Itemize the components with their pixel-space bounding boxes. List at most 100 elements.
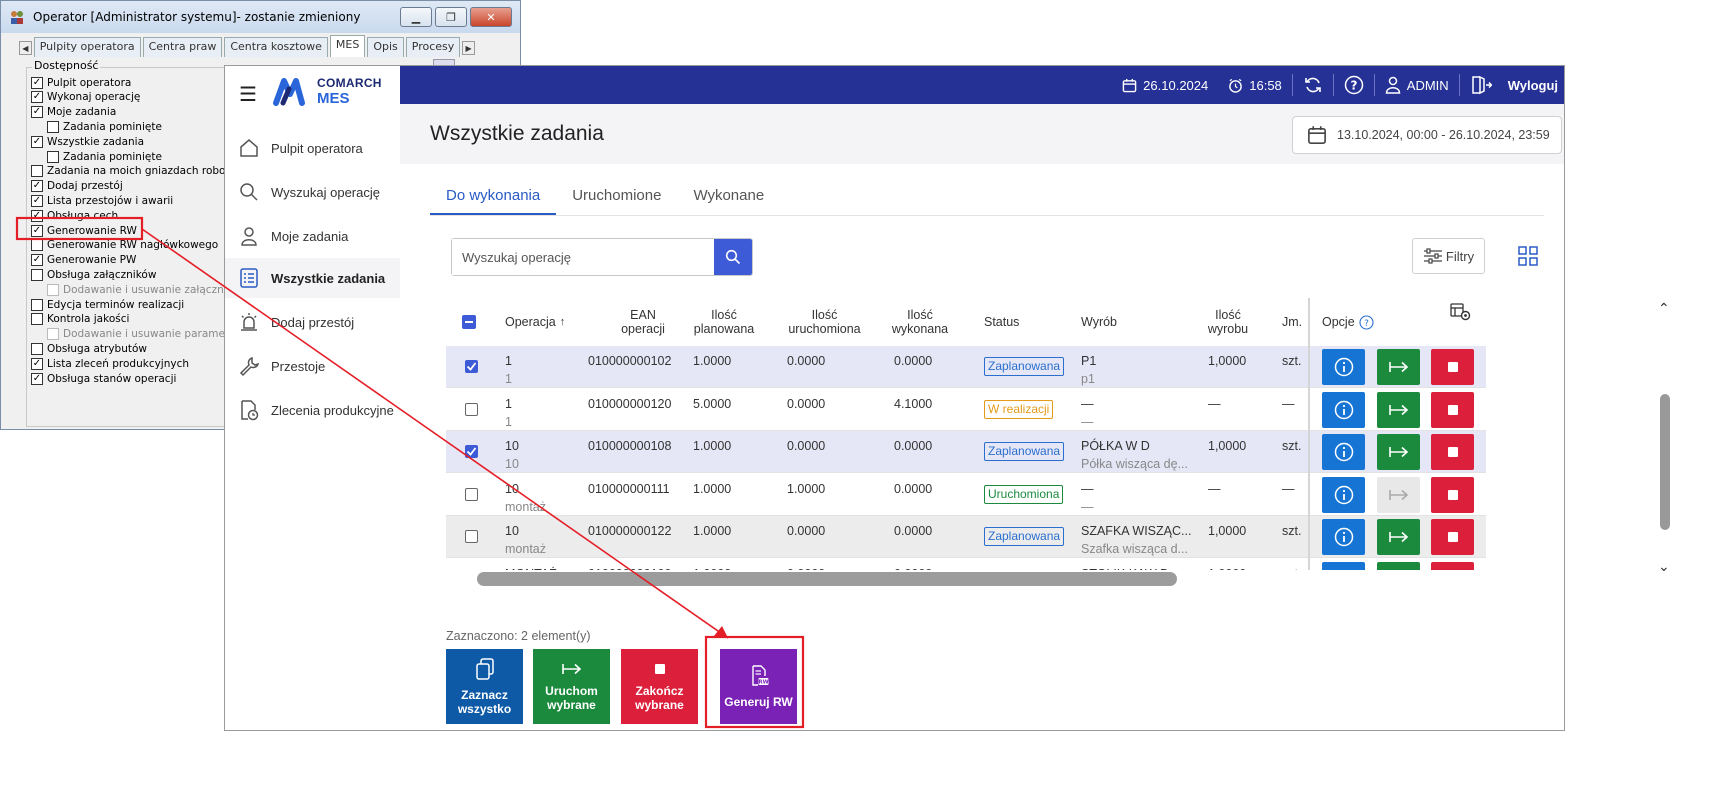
- permission-item[interactable]: ✓ Obsługa stanów operacji: [31, 371, 176, 386]
- row-checkbox[interactable]: [465, 360, 478, 373]
- nav-wszystkie-zadania[interactable]: Wszystkie zadania: [225, 258, 400, 298]
- checkbox-unchecked[interactable]: [47, 283, 59, 296]
- permission-item[interactable]: Dodawanie i usuwanie załączników: [47, 282, 247, 297]
- scroll-up-icon[interactable]: ⌃: [1658, 300, 1670, 317]
- refresh-button[interactable]: [1293, 66, 1333, 104]
- tab-opis[interactable]: Opis: [367, 37, 404, 57]
- tab-scroll-right-icon[interactable]: ▶: [462, 41, 475, 55]
- row-checkbox[interactable]: [465, 487, 478, 501]
- checkbox-unchecked[interactable]: [47, 150, 59, 163]
- tab-pulpity[interactable]: Pulpity operatora: [33, 37, 141, 57]
- checkbox-checked[interactable]: ✓: [31, 76, 43, 89]
- search-button[interactable]: [714, 239, 752, 275]
- permission-item[interactable]: ✓ Lista przestojów i awarii: [31, 193, 173, 208]
- finish-selected-button[interactable]: Zakończ wybrane: [621, 649, 698, 724]
- permission-item[interactable]: Zadania na moich gniazdach roboczych: [31, 164, 255, 179]
- tab-centra-praw[interactable]: Centra praw: [142, 37, 223, 57]
- checkbox-checked[interactable]: ✓: [31, 194, 43, 207]
- tab-mes[interactable]: MES: [329, 35, 366, 57]
- permission-item[interactable]: ✓ Generowanie PW: [31, 253, 136, 268]
- user-icon: [241, 227, 257, 246]
- user-menu[interactable]: ADMIN: [1375, 66, 1459, 104]
- logout-button[interactable]: Wyloguj: [1460, 66, 1564, 104]
- permission-item[interactable]: ✓ Pulpit operatora: [31, 75, 131, 90]
- restore-button[interactable]: ❐: [435, 7, 467, 27]
- cell-ean: 010000000120: [588, 396, 672, 411]
- permission-item[interactable]: Obsługa załączników: [31, 267, 156, 282]
- nav-wyszukaj-operacje[interactable]: Wyszukaj operację: [225, 172, 400, 212]
- permission-item[interactable]: Obsługa atrybutów: [31, 341, 147, 356]
- tab-scroll-left-icon[interactable]: ◀: [19, 41, 32, 55]
- topbar: 26.10.2024 16:58 ? ADMIN Wyloguj: [400, 66, 1564, 104]
- tab-procesy[interactable]: Procesy: [405, 37, 461, 57]
- checkbox-checked[interactable]: ✓: [31, 254, 43, 267]
- generate-rw-button[interactable]: RW Generuj RW: [720, 649, 797, 724]
- row-checkbox[interactable]: [465, 530, 478, 543]
- tab-wykonane[interactable]: Wykonane: [677, 180, 780, 215]
- cell-operacja: 11: [505, 354, 512, 386]
- col-operacja[interactable]: Operacja ↑: [505, 298, 565, 346]
- tab-centra-kosztowe[interactable]: Centra kosztowe: [224, 37, 328, 57]
- checkbox-checked[interactable]: ✓: [31, 209, 43, 222]
- tab-uruchomione[interactable]: Uruchomione: [556, 180, 677, 215]
- cell-jm: szt.: [1282, 354, 1302, 368]
- cell-operacja: 11: [505, 396, 512, 429]
- permission-item[interactable]: ✓ Obsługa cech: [31, 208, 118, 223]
- cell-ilosc-wykonana: 4.1000: [894, 396, 933, 411]
- permission-item[interactable]: ✓ Wykonaj operację: [31, 90, 140, 105]
- checkbox-unchecked[interactable]: [31, 298, 43, 311]
- checkbox-unchecked[interactable]: [31, 313, 43, 326]
- checkbox-checked[interactable]: ✓: [31, 224, 43, 237]
- row-checkbox[interactable]: [465, 445, 478, 458]
- nav-moje-zadania[interactable]: Moje zadania: [225, 216, 400, 256]
- tab-do-wykonania[interactable]: Do wykonania: [430, 180, 557, 215]
- run-selected-button[interactable]: Uruchom wybrane: [533, 649, 610, 724]
- nav-przestoje[interactable]: Przestoje: [225, 346, 400, 386]
- scroll-down-icon[interactable]: ⌄: [1658, 558, 1670, 575]
- permission-item[interactable]: Zadania pominięte: [47, 119, 162, 134]
- nav-dodaj-przestoj[interactable]: Dodaj przestój: [225, 302, 400, 342]
- checkbox-unchecked[interactable]: [31, 342, 43, 355]
- permission-item[interactable]: ✓ Lista zleceń produkcyjnych: [31, 356, 189, 371]
- checkbox-checked[interactable]: ✓: [31, 357, 43, 370]
- select-all-button[interactable]: Zaznacz wszystko: [446, 649, 523, 724]
- filters-button[interactable]: Filtry: [1412, 238, 1485, 274]
- cell-ilosc-wykonana: 0.0000: [894, 439, 933, 453]
- close-button[interactable]: ✕: [470, 7, 512, 27]
- checkbox-unchecked[interactable]: [31, 239, 43, 252]
- grid-view-icon[interactable]: [1518, 246, 1538, 266]
- permission-item[interactable]: ✓ Wszystkie zadania: [31, 134, 144, 149]
- permission-item[interactable]: Generowanie RW nagłówkowego: [31, 238, 218, 253]
- checkbox-checked[interactable]: ✓: [31, 106, 43, 119]
- row-checkbox[interactable]: [465, 402, 478, 416]
- help-button[interactable]: ?: [1334, 66, 1374, 104]
- sliders-icon: [1423, 248, 1442, 264]
- permission-item[interactable]: ✓ Dodaj przestój: [31, 179, 123, 194]
- horizontal-scrollbar[interactable]: [477, 572, 1177, 586]
- checkbox-checked[interactable]: ✓: [31, 372, 43, 385]
- checkbox-checked[interactable]: ✓: [31, 135, 43, 148]
- menu-icon[interactable]: ☰: [239, 82, 257, 107]
- cell-operacja: 10 10: [505, 439, 519, 471]
- minimize-button[interactable]: ▁: [400, 7, 432, 27]
- permission-item[interactable]: Zadania pominięte: [47, 149, 162, 164]
- nav-pulpit-operatora[interactable]: Pulpit operatora: [225, 128, 400, 168]
- permission-item[interactable]: Dodawanie i usuwanie parametrów: [47, 327, 248, 342]
- permission-item[interactable]: ✓ Moje zadania: [31, 105, 116, 120]
- checkbox-unchecked[interactable]: [31, 268, 43, 281]
- checkbox-unchecked[interactable]: [47, 120, 59, 133]
- search-input[interactable]: [452, 239, 714, 275]
- cell-operacja: 10 montaż: [505, 481, 546, 514]
- date-range-picker[interactable]: 13.10.2024, 00:00 - 26.10.2024, 23:59: [1292, 116, 1562, 154]
- checkbox-unchecked[interactable]: [47, 328, 59, 341]
- checkbox-checked[interactable]: ✓: [31, 91, 43, 104]
- permission-item[interactable]: Kontrola jakości: [31, 312, 129, 327]
- checkbox-unchecked[interactable]: [31, 165, 43, 178]
- permission-item[interactable]: ✓ Generowanie RW: [31, 223, 137, 238]
- checkbox-checked[interactable]: ✓: [31, 180, 43, 193]
- permission-item[interactable]: Edycja terminów realizacji: [31, 297, 184, 312]
- vertical-scrollbar[interactable]: [1660, 394, 1670, 530]
- cell-ilosc-planowana: 1.0000: [693, 565, 731, 571]
- select-all-checkbox[interactable]: [462, 298, 476, 346]
- nav-zlecenia-produkcyjne[interactable]: Zlecenia produkcyjne: [225, 390, 400, 430]
